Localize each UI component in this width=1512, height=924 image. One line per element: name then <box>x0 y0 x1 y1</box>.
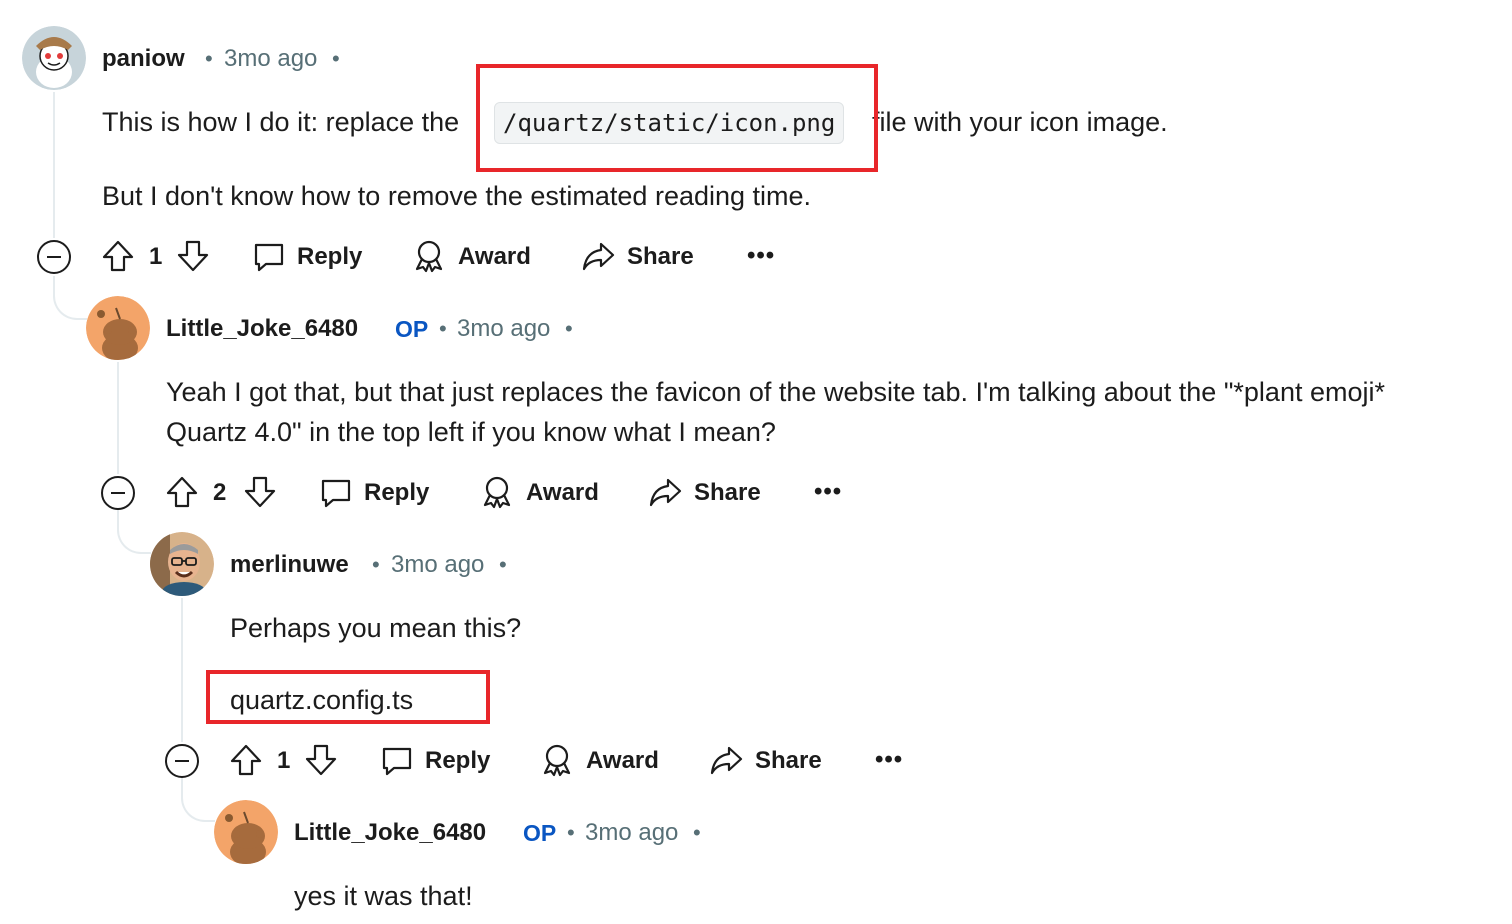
thread-connector-2 <box>117 510 151 554</box>
comment-body-text: But I don't know how to remove the estim… <box>102 181 812 211</box>
thread-line-1 <box>53 92 55 238</box>
annotation-highlight-box <box>476 64 878 172</box>
comment-body-text: yes it was that! <box>294 881 473 911</box>
share-button[interactable]: Share <box>627 242 694 272</box>
upvote-icon[interactable] <box>165 475 199 509</box>
comment-timestamp[interactable]: 3mo ago <box>457 314 550 344</box>
meta-separator: • <box>499 552 507 577</box>
avatar-merlinuwe-image <box>150 532 214 596</box>
username-little-joke[interactable]: Little_Joke_6480 <box>166 314 358 344</box>
share-button[interactable]: Share <box>694 478 761 508</box>
more-options-button[interactable]: ••• <box>747 244 775 268</box>
avatar-little-joke[interactable] <box>214 800 278 864</box>
comment-body-text: Perhaps you mean this? <box>230 613 522 643</box>
award-icon[interactable] <box>480 475 514 509</box>
avatar-little-joke-image <box>86 296 150 360</box>
vote-count: 1 <box>149 243 163 270</box>
comment-body-text: This is how I do it: replace the <box>102 107 460 137</box>
reply-button[interactable]: Reply <box>297 242 362 272</box>
downvote-icon[interactable] <box>176 239 210 273</box>
meta-separator: • <box>205 46 213 71</box>
thread-connector-3 <box>181 778 215 822</box>
share-icon[interactable] <box>581 239 615 273</box>
vote-count: 1 <box>277 747 291 774</box>
comment-body-text: file with your icon image. <box>872 107 1168 137</box>
downvote-icon[interactable] <box>304 743 338 777</box>
reply-button[interactable]: Reply <box>425 746 490 776</box>
avatar-paniow-image <box>22 26 86 90</box>
collapse-thread-button[interactable] <box>101 476 135 510</box>
reply-icon[interactable] <box>319 476 353 510</box>
downvote-icon[interactable] <box>243 475 277 509</box>
award-button[interactable]: Award <box>586 746 659 776</box>
comment-timestamp[interactable]: 3mo ago <box>391 550 484 580</box>
upvote-icon[interactable] <box>101 239 135 273</box>
more-options-button[interactable]: ••• <box>875 748 903 772</box>
share-icon[interactable] <box>709 743 743 777</box>
thread-line-3 <box>181 598 183 742</box>
award-icon[interactable] <box>412 239 446 273</box>
meta-separator: • <box>565 316 573 341</box>
thread-line-2 <box>117 362 119 474</box>
share-button[interactable]: Share <box>755 746 822 776</box>
award-button[interactable]: Award <box>458 242 531 272</box>
avatar-merlinuwe[interactable] <box>150 532 214 596</box>
comment-timestamp[interactable]: 3mo ago <box>224 44 317 74</box>
reply-icon[interactable] <box>252 240 286 274</box>
op-badge: OP <box>395 316 429 342</box>
meta-separator: • <box>332 46 340 71</box>
avatar-little-joke-image <box>214 800 278 864</box>
comment-body-text: Quartz 4.0" in the top left if you know … <box>166 417 776 447</box>
username-paniow[interactable]: paniow <box>102 44 185 74</box>
reply-button[interactable]: Reply <box>364 478 429 508</box>
meta-separator: • <box>567 820 575 845</box>
avatar-paniow[interactable] <box>22 26 86 90</box>
thread-connector-1 <box>53 276 87 320</box>
reply-icon[interactable] <box>380 744 414 778</box>
meta-separator: • <box>693 820 701 845</box>
award-icon[interactable] <box>540 743 574 777</box>
vote-count: 2 <box>213 479 227 506</box>
upvote-icon[interactable] <box>229 743 263 777</box>
comment-timestamp[interactable]: 3mo ago <box>585 818 678 848</box>
collapse-thread-button[interactable] <box>37 240 71 274</box>
op-badge: OP <box>523 820 557 846</box>
more-options-button[interactable]: ••• <box>814 480 842 504</box>
username-merlinuwe[interactable]: merlinuwe <box>230 550 349 580</box>
avatar-little-joke[interactable] <box>86 296 150 360</box>
comment-body-text: Yeah I got that, but that just replaces … <box>166 377 1385 407</box>
meta-separator: • <box>372 552 380 577</box>
collapse-thread-button[interactable] <box>165 744 199 778</box>
username-little-joke[interactable]: Little_Joke_6480 <box>294 818 486 848</box>
share-icon[interactable] <box>648 475 682 509</box>
award-button[interactable]: Award <box>526 478 599 508</box>
annotation-highlight-box <box>206 670 490 724</box>
meta-separator: • <box>439 316 447 341</box>
